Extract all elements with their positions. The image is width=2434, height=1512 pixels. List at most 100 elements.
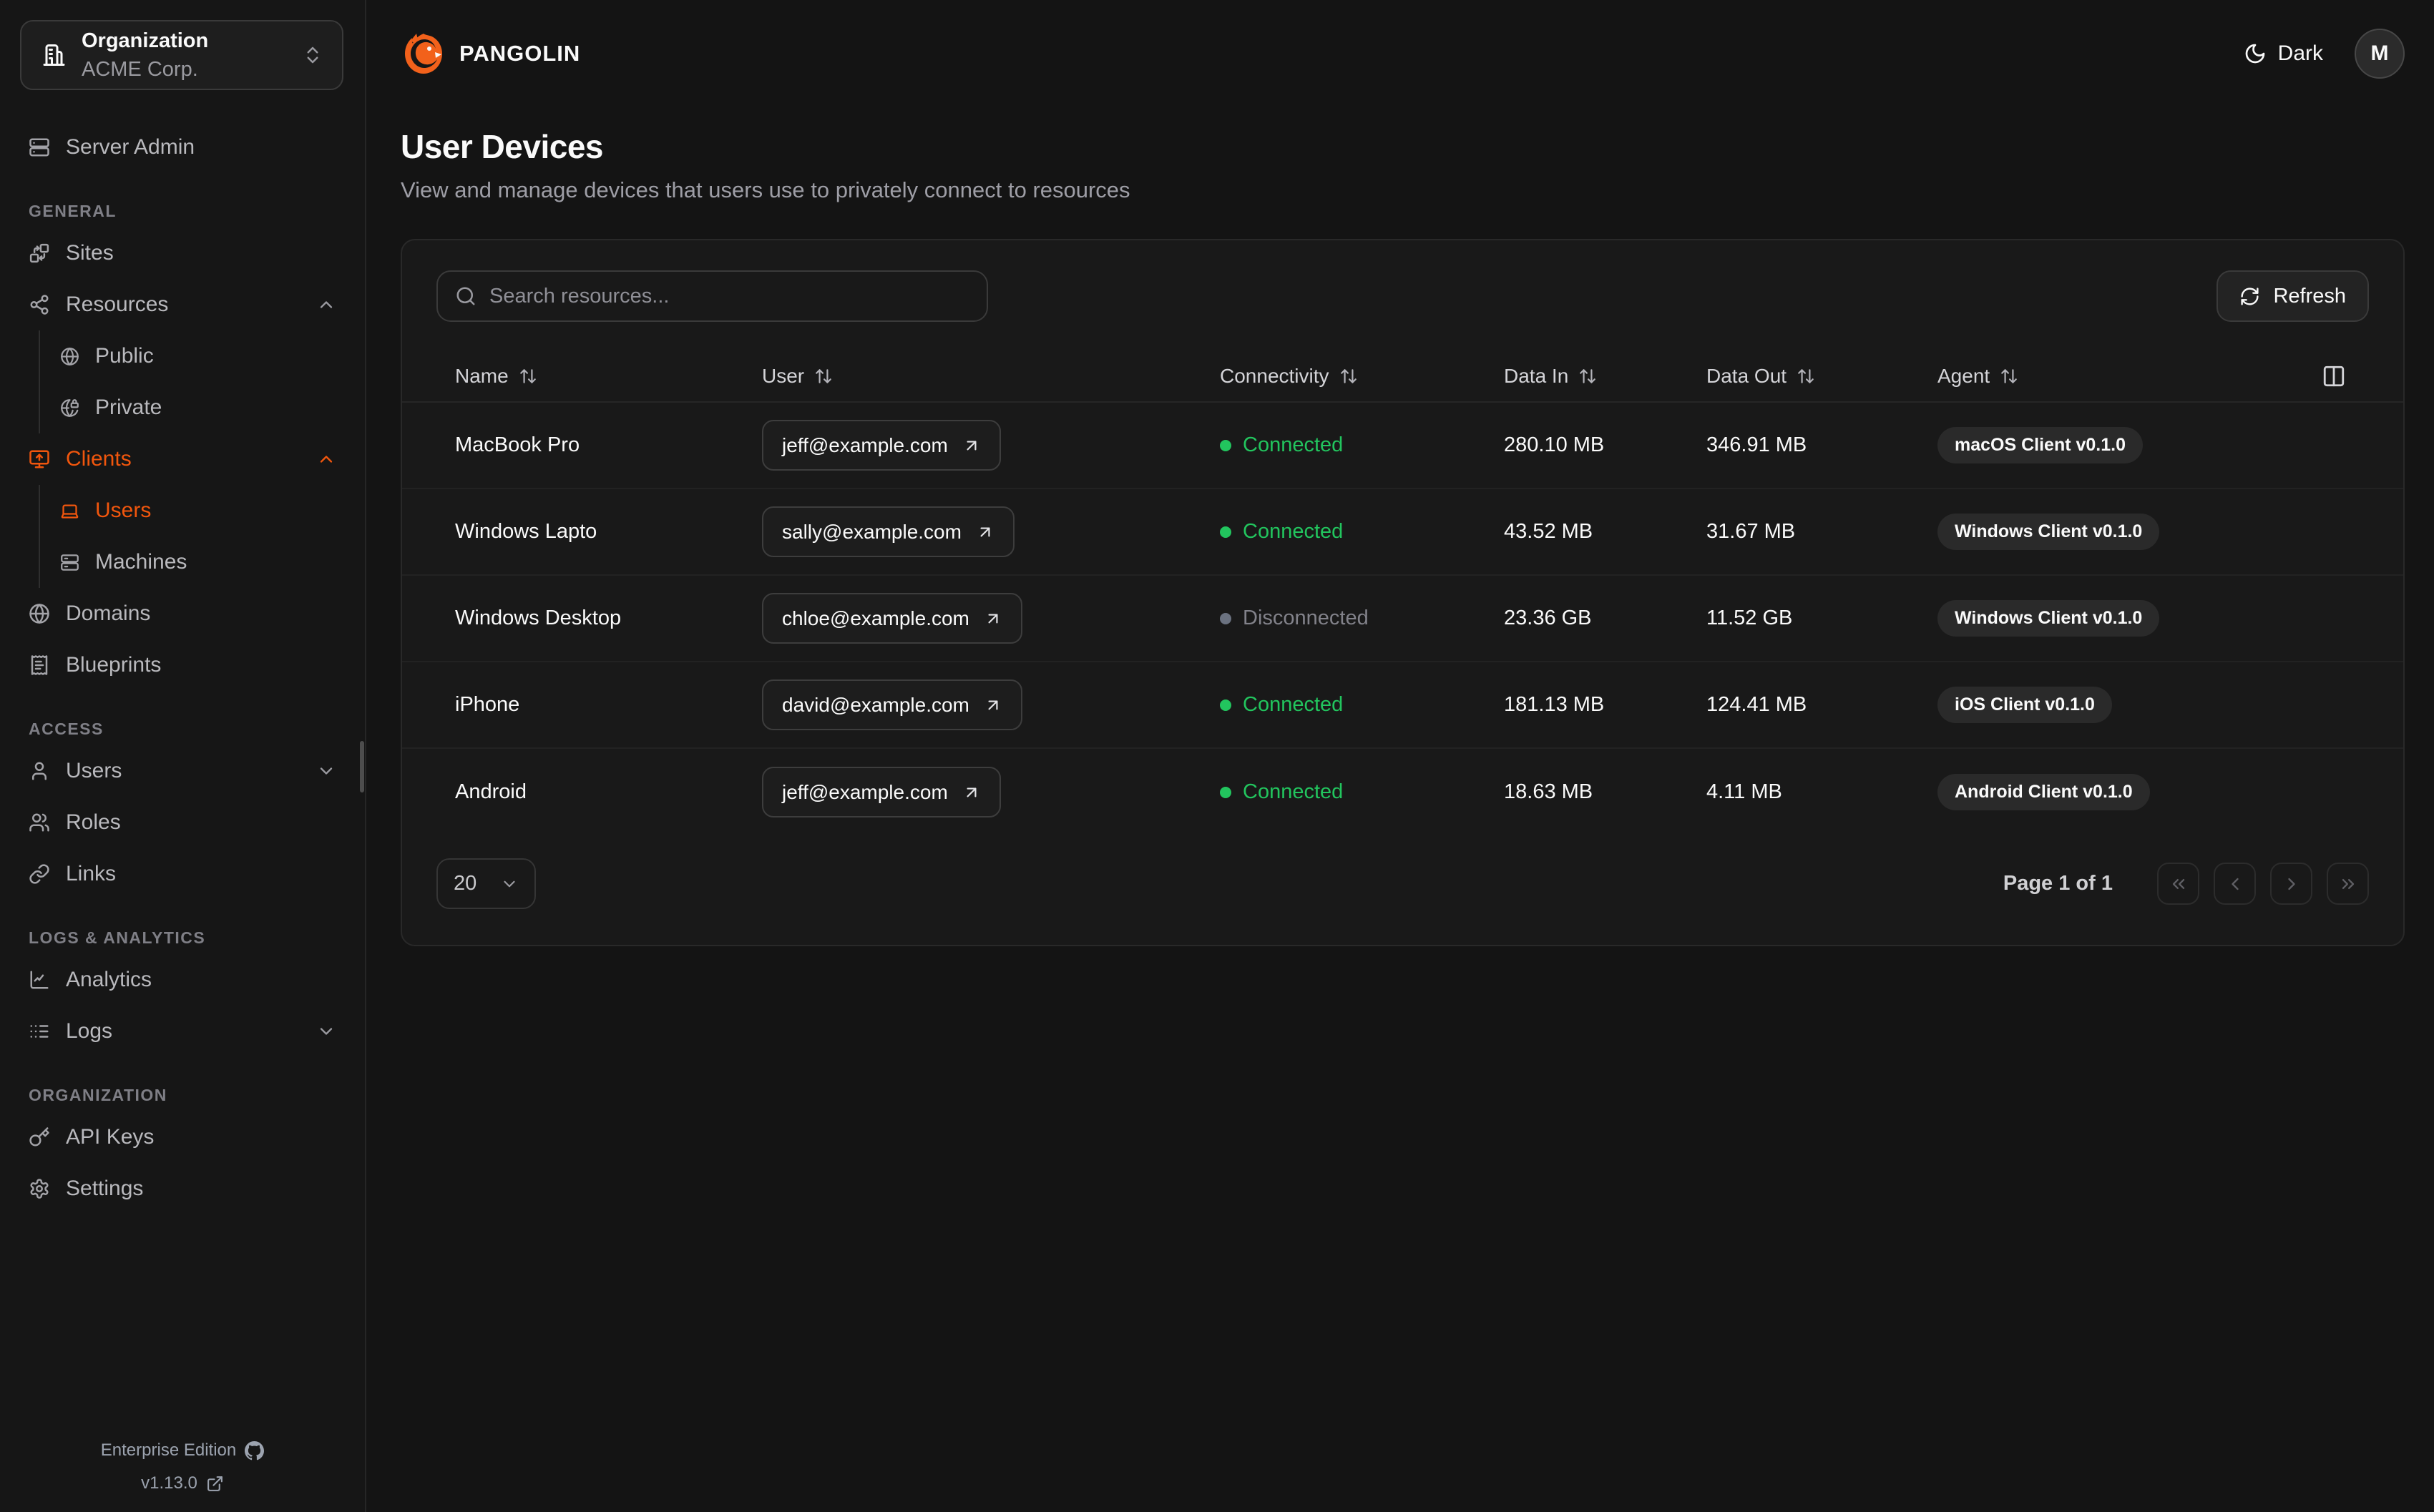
- globe-lock-icon: [60, 398, 79, 418]
- link-icon: [29, 863, 50, 885]
- sidebar-item-public[interactable]: Public: [60, 330, 365, 382]
- device-name: Windows Lapto: [455, 520, 597, 543]
- chevron-up-icon: [316, 295, 336, 315]
- page-head: User Devices View and manage devices tha…: [366, 107, 2434, 203]
- arrow-up-right-icon: [984, 696, 1002, 715]
- sort-icon: [1578, 367, 1597, 386]
- sidebar-item-api-keys[interactable]: API Keys: [0, 1111, 365, 1163]
- header-data-in[interactable]: Data In: [1504, 365, 1706, 388]
- status-dot: [1220, 439, 1231, 451]
- sidebar-item-private[interactable]: Private: [60, 382, 365, 433]
- header-name[interactable]: Name: [455, 365, 762, 388]
- sidebar-scrollbar[interactable]: [360, 741, 364, 792]
- brand-logo[interactable]: PANGOLIN: [401, 31, 580, 77]
- table-row: Android jeff@example.com Connected 18.63…: [402, 749, 2403, 835]
- user-link-button[interactable]: david@example.com: [762, 679, 1022, 730]
- pangolin-logo-icon: [401, 31, 446, 77]
- page-size-select[interactable]: 20: [436, 858, 536, 909]
- last-page-button[interactable]: [2327, 863, 2369, 905]
- sidebar-item-roles[interactable]: Roles: [0, 797, 365, 848]
- header-agent[interactable]: Agent: [1937, 365, 2322, 388]
- sidebar-item-machines[interactable]: Machines: [60, 536, 365, 588]
- status-dot: [1220, 786, 1231, 798]
- header-connectivity[interactable]: Connectivity: [1220, 365, 1504, 388]
- sort-icon: [1797, 367, 1815, 386]
- receipt-text-icon: [29, 654, 50, 676]
- arrow-up-right-icon: [962, 783, 981, 802]
- next-page-button[interactable]: [2270, 863, 2312, 905]
- topbar: PANGOLIN Dark M: [366, 0, 2434, 107]
- refresh-button[interactable]: Refresh: [2216, 270, 2369, 322]
- monitor-up-icon: [29, 448, 50, 470]
- data-out-value: 11.52 GB: [1706, 607, 1793, 629]
- chart-line-icon: [29, 969, 50, 991]
- user-link-button[interactable]: sally@example.com: [762, 506, 1015, 557]
- github-icon: [245, 1440, 265, 1461]
- data-out-value: 31.67 MB: [1706, 520, 1796, 543]
- data-in-value: 280.10 MB: [1504, 433, 1605, 456]
- chevron-up-icon: [316, 449, 336, 469]
- version-label: v1.13.0: [141, 1473, 197, 1493]
- sidebar: Organization ACME Corp. Server Admin GEN…: [0, 0, 366, 1512]
- sidebar-item-settings[interactable]: Settings: [0, 1163, 365, 1214]
- header-data-out[interactable]: Data Out: [1706, 365, 1937, 388]
- connectivity-status: Connected: [1243, 520, 1344, 543]
- table-row: Windows Lapto sally@example.com Connecte…: [402, 489, 2403, 576]
- edition-link[interactable]: Enterprise Edition: [101, 1440, 265, 1461]
- section-label-logs-analytics: LOGS & ANALYTICS: [29, 928, 206, 947]
- sidebar-item-blueprints[interactable]: Blueprints: [0, 639, 365, 691]
- agent-badge: Windows Client v0.1.0: [1937, 600, 2160, 637]
- sidebar-item-sites[interactable]: Sites: [0, 227, 365, 279]
- logs-icon: [29, 1021, 50, 1042]
- columns-toggle-button[interactable]: [2322, 364, 2350, 388]
- building-icon: [40, 42, 66, 68]
- sidebar-nav: Server Admin GENERAL Sites Resources Pub…: [0, 122, 365, 1214]
- data-out-value: 4.11 MB: [1706, 780, 1782, 803]
- search-input[interactable]: [489, 284, 969, 308]
- section-label-general: GENERAL: [29, 201, 117, 220]
- sidebar-item-users-devices[interactable]: Users: [60, 485, 365, 536]
- first-page-button[interactable]: [2157, 863, 2199, 905]
- agent-cell: Windows Client v0.1.0: [1937, 600, 2322, 637]
- table-toolbar: Refresh: [402, 270, 2403, 322]
- data-out-value: 124.41 MB: [1706, 693, 1807, 716]
- data-in-value: 18.63 MB: [1504, 780, 1593, 803]
- sidebar-item-clients[interactable]: Clients: [0, 433, 365, 485]
- devices-card: Refresh Name User Connectivity Data In D…: [401, 239, 2405, 946]
- org-selector[interactable]: Organization ACME Corp.: [20, 20, 343, 90]
- agent-badge: Windows Client v0.1.0: [1937, 514, 2160, 550]
- user-link-button[interactable]: jeff@example.com: [762, 420, 1001, 471]
- sidebar-item-server-admin[interactable]: Server Admin: [0, 122, 365, 173]
- avatar[interactable]: M: [2355, 29, 2405, 79]
- theme-toggle[interactable]: Dark: [2244, 41, 2323, 66]
- arrow-up-right-icon: [976, 523, 994, 541]
- sidebar-item-resources[interactable]: Resources: [0, 279, 365, 330]
- user-link-button[interactable]: chloe@example.com: [762, 593, 1022, 644]
- header-user[interactable]: User: [762, 365, 1220, 388]
- sidebar-item-logs[interactable]: Logs: [0, 1006, 365, 1057]
- laptop-icon: [60, 501, 79, 521]
- sidebar-item-domains[interactable]: Domains: [0, 588, 365, 639]
- table-header-row: Name User Connectivity Data In Data Out …: [402, 350, 2403, 403]
- share-icon: [29, 294, 50, 315]
- chevron-right-icon: [2282, 874, 2302, 894]
- user-link-button[interactable]: jeff@example.com: [762, 767, 1001, 818]
- agent-badge: iOS Client v0.1.0: [1937, 687, 2112, 723]
- device-name: iPhone: [455, 693, 520, 716]
- connectivity-status: Disconnected: [1243, 607, 1369, 629]
- agent-cell: iOS Client v0.1.0: [1937, 687, 2322, 723]
- pagination-bar: 20 Page 1 of 1: [402, 858, 2403, 909]
- sidebar-item-users-access[interactable]: Users: [0, 745, 365, 797]
- agent-cell: macOS Client v0.1.0: [1937, 427, 2322, 463]
- prev-page-button[interactable]: [2214, 863, 2256, 905]
- sort-icon: [2000, 367, 2018, 386]
- data-out-value: 346.91 MB: [1706, 433, 1807, 456]
- version-link[interactable]: v1.13.0: [141, 1473, 224, 1493]
- sidebar-footer: Enterprise Edition v1.13.0: [0, 1440, 365, 1493]
- sort-icon: [814, 367, 833, 386]
- users-icon: [29, 812, 50, 833]
- sidebar-item-links[interactable]: Links: [0, 848, 365, 900]
- agent-badge: macOS Client v0.1.0: [1937, 427, 2144, 463]
- sidebar-item-analytics[interactable]: Analytics: [0, 954, 365, 1006]
- connectivity-cell: Disconnected: [1220, 607, 1504, 630]
